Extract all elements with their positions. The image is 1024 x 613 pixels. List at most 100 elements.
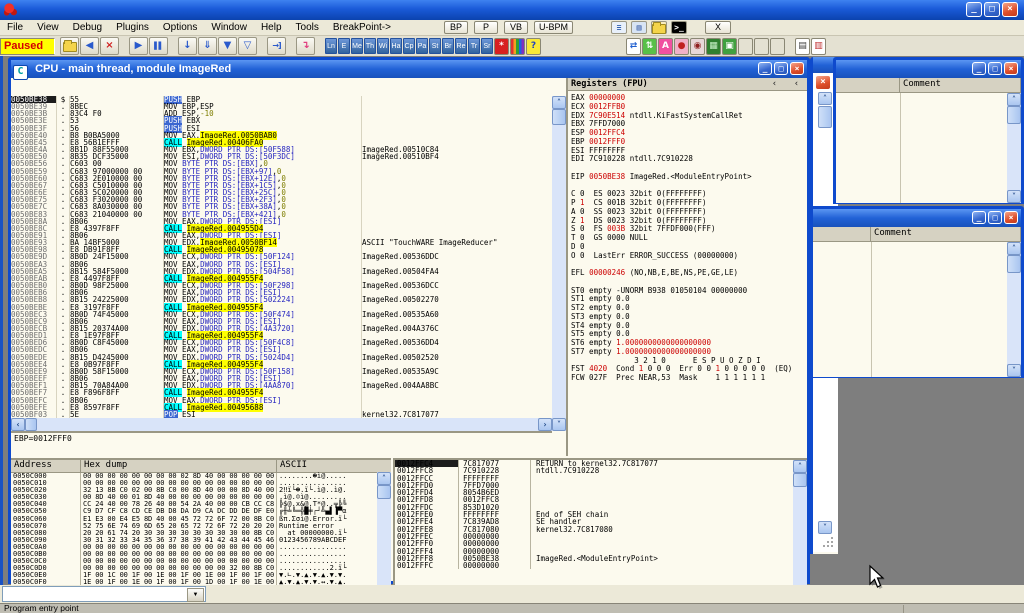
plugin-button-p[interactable]: P (474, 21, 498, 34)
dump-column-address[interactable]: Address (11, 460, 81, 472)
pane-button-ha[interactable]: Ha (390, 38, 402, 54)
keypad-icon[interactable]: ▦ (706, 38, 721, 55)
pause-button[interactable]: ▌▌ (149, 37, 168, 55)
disasm-row[interactable]: 0050BEFE.E8 8597F8FFCALL ImageRed.004956… (11, 404, 552, 411)
hidden-window-close-button[interactable]: × (815, 75, 831, 90)
register-line[interactable]: EIP 0050BE38 ImageRed.<ModuleEntryPoint> (571, 172, 807, 181)
register-line[interactable]: ESI FFFFFFFF (571, 146, 807, 155)
open-file-button[interactable] (60, 37, 79, 55)
scroll-up-button[interactable]: ˄ (1007, 242, 1021, 255)
notepad-icon[interactable]: ≡ (611, 21, 627, 34)
menu-item-view[interactable]: View (30, 20, 66, 35)
minimize-button[interactable]: _ (758, 62, 772, 75)
scroll-up-button[interactable]: ˄ (552, 96, 566, 109)
stack-row[interactable]: 0012FFD48054B6ED (395, 489, 807, 496)
menu-item-tools[interactable]: Tools (289, 20, 326, 35)
execute-till-return-button[interactable]: →] (267, 37, 286, 55)
register-line[interactable]: ST2 empty 0.0 (571, 303, 807, 312)
column-header-blank[interactable] (813, 227, 871, 241)
close-button[interactable]: × (790, 62, 804, 75)
register-line[interactable]: D 0 (571, 242, 807, 251)
register-line[interactable]: P 1 CS 001B 32bit 0(FFFFFFFF) (571, 198, 807, 207)
register-line[interactable]: ST1 empty 0.0 (571, 294, 807, 303)
pane-button-re[interactable]: Re (455, 38, 467, 54)
stack-row[interactable]: 0012FFCCFFFFFFFF (395, 475, 807, 482)
stack-row[interactable]: 0012FFE87C817080kernel32.7C817080 (395, 526, 807, 533)
letter-a-icon[interactable]: A (658, 38, 673, 55)
close-button[interactable]: × (1004, 211, 1018, 224)
registers-pane[interactable]: Registers (FPU) ‹ ‹ EAX 00000000ECX 0012… (566, 78, 807, 456)
disasm-row[interactable]: 0050BE3E.53PUSH EBX (11, 117, 552, 124)
disasm-row[interactable]: 0050BF03.5EPOP ESIkernel32.7C817077 (11, 411, 552, 418)
scroll-down-button[interactable]: ˅ (1007, 364, 1021, 377)
notes-list-icon[interactable]: ▥ (811, 38, 826, 55)
step-over-button[interactable]: ⇓ (198, 37, 217, 55)
updown-icon[interactable]: ⇅ (642, 38, 657, 55)
scroll-down-button[interactable]: ˅ (552, 418, 566, 431)
register-line[interactable]: ST3 empty 0.0 (571, 312, 807, 321)
disassembly-hscrollbar[interactable]: ‹ › (11, 418, 552, 431)
pane-button-st[interactable]: St (429, 38, 441, 54)
registers-body[interactable]: EAX 00000000ECX 0012FFB0EDX 7C90E514 ntd… (568, 91, 807, 382)
scroll-up-button[interactable]: ˄ (793, 460, 807, 473)
plugin-button-vb[interactable]: VB (504, 21, 528, 34)
comment-window-2-titlebar[interactable]: _ □ × (813, 209, 1021, 227)
disasm-row[interactable]: 0050BE38$55PUSH EBP (11, 96, 552, 103)
comment-window-2[interactable]: _ □ × Comment ˄ ˅ (810, 206, 1024, 378)
scroll-down-button[interactable]: ˅ (1007, 190, 1021, 203)
pane-button-cp[interactable]: Cp (403, 38, 415, 54)
register-line[interactable]: ST7 empty 1.0000000000000000000 (571, 347, 807, 356)
scroll-up-button[interactable]: ˄ (1007, 93, 1021, 106)
register-line[interactable] (571, 259, 807, 268)
minimize-button[interactable]: _ (972, 211, 986, 224)
column-header-comment[interactable]: Comment (900, 78, 1021, 92)
scroll-up-button[interactable]: ˄ (818, 92, 832, 105)
stack-row[interactable]: 0012FFD80012FFC8 (395, 496, 807, 503)
spiral-icon[interactable]: ◉ (690, 38, 705, 55)
register-line[interactable]: EAX 00000000 (571, 93, 807, 102)
pane-button-th[interactable]: Th (364, 38, 376, 54)
register-line[interactable]: EFL 00000246 (NO,NB,E,BE,NS,PE,GE,LE) (571, 268, 807, 277)
register-line[interactable]: ECX 0012FFB0 (571, 102, 807, 111)
minimize-button[interactable]: _ (966, 2, 982, 17)
chevron-left-icon[interactable]: ‹ (794, 78, 799, 90)
register-line[interactable]: A 0 SS 0023 32bit 0(FFFFFFFF) (571, 207, 807, 216)
cpu-window[interactable]: C CPU - main thread, module ImageRed _ □… (8, 57, 810, 584)
register-line[interactable]: C 0 ES 0023 32bit 0(FFFFFFFF) (571, 189, 807, 198)
register-line[interactable]: ST4 empty 0.0 (571, 321, 807, 330)
maximize-button[interactable]: □ (774, 62, 788, 75)
blank-button[interactable] (738, 38, 753, 55)
stack-pane[interactable]: 0012FFC47C817077RETURN to kernel32.7C817… (393, 458, 807, 601)
register-line[interactable]: FCW 027F Prec NEAR,53 Mask 1 1 1 1 1 1 (571, 373, 807, 382)
plugin-button-ubpm[interactable]: U-BPM (534, 21, 573, 34)
dump-pane[interactable]: Address Hex dump ASCII 0050C00000 00 00 … (11, 458, 391, 601)
pane-button-br[interactable]: Br (442, 38, 454, 54)
minimize-button[interactable]: _ (972, 62, 986, 75)
disasm-row[interactable]: 0050BE3B.83C4 F0ADD ESP,-10 (11, 110, 552, 117)
stack-row[interactable]: 0012FFD07FFD7000 (395, 482, 807, 489)
scroll-down-button[interactable]: ˅ (818, 521, 832, 534)
disassembly-pane[interactable]: 0050BE38$55PUSH EBP0050BE39.8BECMOV EBP,… (11, 96, 552, 418)
command-combobox[interactable]: ▼ (2, 586, 206, 602)
pane-button-pa[interactable]: Pa (416, 38, 428, 54)
close-button[interactable]: × (1004, 62, 1018, 75)
register-line[interactable]: EBP 0012FFF0 (571, 137, 807, 146)
combobox-dropdown-icon[interactable]: ▼ (187, 588, 204, 602)
disasm-row[interactable]: 0050BEB0.8B0D 98F25000MOV ECX,DWORD PTR … (11, 282, 552, 289)
register-line[interactable] (571, 277, 807, 286)
scrollbar[interactable]: ˄ ˅ (1007, 93, 1021, 203)
register-line[interactable] (571, 163, 807, 172)
plugin-close-button[interactable]: X (705, 21, 731, 34)
disasm-row[interactable]: 0050BEC3.8B0D 74F45000MOV ECX,DWORD PTR … (11, 311, 552, 318)
animate-over-button[interactable]: ▽ (238, 37, 257, 55)
appearance-rainbow-icon[interactable] (510, 38, 525, 55)
comment-window-2-body[interactable]: ˄ ˅ (813, 242, 1021, 377)
dump-body[interactable]: 0050C00000 00 00 00 00 00 00 00 02 8D 40… (11, 473, 391, 594)
maximize-button[interactable]: □ (988, 62, 1002, 75)
disasm-row[interactable]: 0050BED6.8B0D C8F45000MOV ECX,DWORD PTR … (11, 339, 552, 346)
help-icon[interactable]: ? (526, 38, 541, 55)
menu-item-file[interactable]: File (0, 20, 30, 35)
stack-body[interactable]: 0012FFC47C817077RETURN to kernel32.7C817… (395, 460, 807, 569)
menu-item-window[interactable]: Window (204, 20, 254, 35)
log-list-icon[interactable]: ▤ (795, 38, 810, 55)
